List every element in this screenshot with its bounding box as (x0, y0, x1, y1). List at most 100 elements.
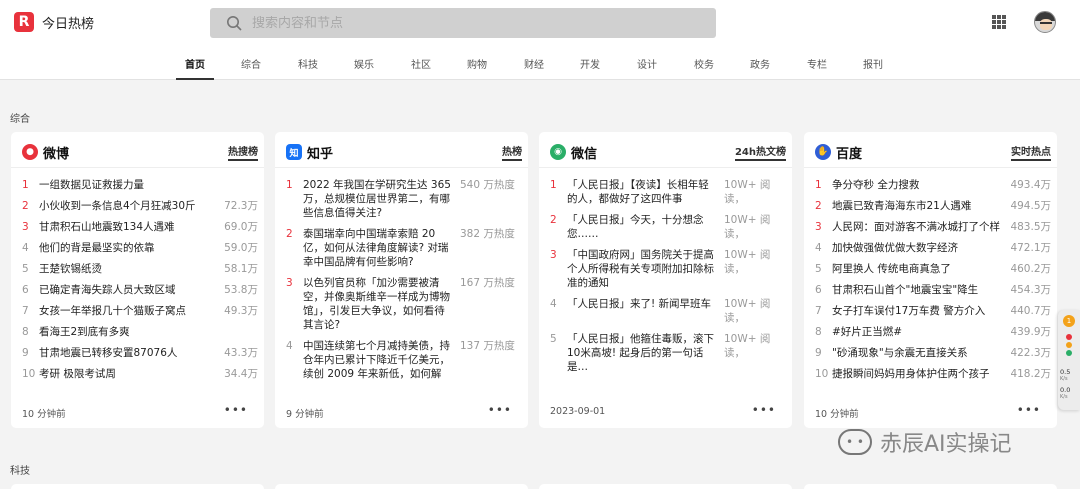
item-title[interactable]: 甘肃积石山地震致134人遇难 (39, 220, 218, 234)
rank: 1 (286, 179, 293, 191)
item-title[interactable]: 一组数据见证救援力量 (39, 178, 252, 192)
more-icon[interactable]: ••• (224, 404, 248, 420)
list-item[interactable]: 1 2022 年我国在学研究生达 365 万，总规模位居世界第二，有哪些信息值得关… (286, 178, 522, 220)
list-item[interactable]: 6 甘肃积石山首个"地震宝宝"降生 454.3万 (815, 283, 1051, 297)
list-item[interactable]: 4 中国连续第七个月减持美债，持仓年内已累计下降近千亿美元，续创 2009 年来新… (286, 339, 522, 381)
card-tag[interactable]: 热榜 (502, 143, 522, 161)
wechat-watermark-icon: • • (838, 429, 872, 455)
search-input[interactable] (252, 15, 672, 31)
update-time: 2023-09-01 (550, 406, 606, 417)
brand[interactable]: R 今日热榜 (14, 12, 94, 32)
list-item[interactable]: 5 王楚钦锡纸烫 58.1万 (22, 262, 258, 276)
item-title[interactable]: 小伙收到一条信息4个月狂减30斤 (39, 199, 218, 213)
item-title[interactable]: 阿里换人 传统电商真急了 (832, 262, 1004, 276)
item-title[interactable]: 考研 极限考试周 (39, 367, 218, 381)
item-value: 454.3万 (1010, 284, 1051, 296)
list-item[interactable]: 4 他们的背是最坚实的依靠 59.0万 (22, 241, 258, 255)
card-title[interactable]: 微博 (43, 143, 69, 162)
card-tag[interactable]: 热搜榜 (228, 143, 258, 161)
list-item[interactable]: 1 「人民日报」【夜读】长相年轻的人，都做好了这四件事 10W+ 阅读， (550, 178, 786, 206)
tab-general[interactable]: 综合 (231, 56, 271, 71)
item-title[interactable]: 甘肃积石山首个"地震宝宝"降生 (832, 283, 1004, 297)
tab-newspapers[interactable]: 报刊 (853, 56, 893, 71)
list-item[interactable]: 8 看海王2到底有多爽 (22, 325, 258, 339)
item-title[interactable]: 甘肃地震已转移安置87076人 (39, 346, 218, 360)
item-title[interactable]: 「人民日报」他箍住毒贩，滚下10米高坡! 起身后的第一句话是… (567, 332, 718, 374)
card-title[interactable]: 微信 (571, 143, 597, 162)
more-icon[interactable]: ••• (752, 404, 776, 417)
item-title[interactable]: 他们的背是最坚实的依靠 (39, 241, 218, 255)
item-title[interactable]: 「人民日报」【夜读】长相年轻的人，都做好了这四件事 (567, 178, 718, 206)
item-title[interactable]: 王楚钦锡纸烫 (39, 262, 218, 276)
item-title[interactable]: 女子打车误付17万车费 警方介入 (832, 304, 1004, 318)
item-value: 540 万热度 (460, 179, 515, 191)
item-value: 10W+ 阅读， (724, 333, 771, 359)
card-baidu: ✋ 百度 实时热点 1 争分夺秒 全力搜救 493.4万 2 地震已致青海海东市21人… (804, 132, 1057, 428)
tab-government[interactable]: 政务 (740, 56, 780, 71)
tab-design[interactable]: 设计 (627, 56, 667, 71)
rank: 3 (550, 249, 557, 261)
list-item[interactable]: 4 「人民日报」来了! 新闻早班车 10W+ 阅读， (550, 297, 786, 325)
item-title[interactable]: "砂涌现象"与余震无直接关系 (832, 346, 1004, 360)
card-tag[interactable]: 24h热文榜 (734, 143, 786, 161)
list-item[interactable]: 3 「中国政府网」国务院关于提高个人所得税有关专项附加扣除标准的通知 10W+ 阅读… (550, 248, 786, 290)
more-icon[interactable]: ••• (488, 404, 512, 420)
tab-shopping[interactable]: 购物 (457, 56, 497, 71)
item-title[interactable]: 地震已致青海海东市21人遇难 (832, 199, 1004, 213)
tab-dev[interactable]: 开发 (570, 56, 610, 71)
card-tag[interactable]: 实时热点 (1011, 143, 1051, 161)
item-title[interactable]: 人民网：面对游客不满冰城打了个样 (832, 220, 1004, 234)
list-item[interactable]: 3 以色列官员称「加沙需要被清空，并像奥斯维辛一样成为博物馆」，引发巨大争议，如何… (286, 276, 522, 332)
list-item[interactable]: 2 「人民日报」今天，十分想念您…… 10W+ 阅读， (550, 213, 786, 241)
list-item[interactable]: 1 一组数据见证救援力量 (22, 178, 258, 192)
apps-grid-icon[interactable] (992, 15, 1006, 29)
item-title[interactable]: 「人民日报」来了! 新闻早班车 (567, 297, 718, 325)
list-item[interactable]: 2 地震已致青海海东市21人遇难 494.5万 (815, 199, 1051, 213)
tab-home[interactable]: 首页 (175, 56, 215, 71)
list-item[interactable]: 6 已确定青海失踪人员大致区域 53.8万 (22, 283, 258, 297)
card-title[interactable]: 百度 (836, 143, 862, 162)
tab-columns[interactable]: 专栏 (797, 56, 837, 71)
tab-community[interactable]: 社区 (401, 56, 441, 71)
list-item[interactable]: 7 女子打车误付17万车费 警方介入 440.7万 (815, 304, 1051, 318)
rank: 2 (286, 228, 293, 240)
avatar[interactable] (1034, 11, 1056, 33)
list-item[interactable]: 8 #好片正当燃# 439.9万 (815, 325, 1051, 339)
list-item[interactable]: 2 泰国瑞幸向中国瑞幸索赔 20 亿，如何从法律角度解读? 对瑞幸中国品牌有何些影… (286, 227, 522, 269)
card-title[interactable]: 知乎 (307, 143, 333, 162)
list-item[interactable]: 5 「人民日报」他箍住毒贩，滚下10米高坡! 起身后的第一句话是… 10W+ 阅读， (550, 332, 786, 374)
item-title[interactable]: 2022 年我国在学研究生达 365 万，总规模位居世界第二，有哪些信息值得关注… (303, 178, 454, 220)
item-title[interactable]: 「中国政府网」国务院关于提高个人所得税有关专项附加扣除标准的通知 (567, 248, 718, 290)
item-title[interactable]: 加快做强做优做大数字经济 (832, 241, 1004, 255)
list-item[interactable]: 4 加快做强做优做大数字经济 472.1万 (815, 241, 1051, 255)
item-title[interactable]: #好片正当燃# (832, 325, 1004, 339)
card-placeholder (539, 484, 792, 489)
tab-campus[interactable]: 校务 (684, 56, 724, 71)
tab-tech[interactable]: 科技 (288, 56, 328, 71)
item-title[interactable]: 中国连续第七个月减持美债，持仓年内已累计下降近千亿美元，续创 2009 年来新低… (303, 339, 454, 381)
list-item[interactable]: 7 女孩一年举报几十个猫贩子窝点 49.3万 (22, 304, 258, 318)
list-item[interactable]: 9 甘肃地震已转移安置87076人 43.3万 (22, 346, 258, 360)
item-title[interactable]: 争分夺秒 全力搜救 (832, 178, 1004, 192)
list-item[interactable]: 3 甘肃积石山地震致134人遇难 69.0万 (22, 220, 258, 234)
item-title[interactable]: 已确定青海失踪人员大致区域 (39, 283, 218, 297)
list-item[interactable]: 10 考研 极限考试周 34.4万 (22, 367, 258, 381)
item-title[interactable]: 「人民日报」今天，十分想念您…… (567, 213, 718, 241)
list-item[interactable]: 9 "砂涌现象"与余震无直接关系 422.3万 (815, 346, 1051, 360)
item-title[interactable]: 以色列官员称「加沙需要被清空，并像奥斯维辛一样成为博物馆」，引发巨大争议，如何看… (303, 276, 454, 332)
search-box[interactable] (210, 8, 716, 38)
item-title[interactable]: 捷报瞬间妈妈用身体护住两个孩子 (832, 367, 1004, 381)
rank: 9 (22, 347, 29, 359)
item-title[interactable]: 泰国瑞幸向中国瑞幸索赔 20 亿，如何从法律角度解读? 对瑞幸中国品牌有何些影响… (303, 227, 454, 269)
tab-finance[interactable]: 财经 (514, 56, 554, 71)
list-item[interactable]: 10 捷报瞬间妈妈用身体护住两个孩子 418.2万 (815, 367, 1051, 381)
tab-entertainment[interactable]: 娱乐 (344, 56, 384, 71)
network-speed-widget[interactable]: 1 0.5 K/s 0.0 K/s (1058, 310, 1080, 410)
more-icon[interactable]: ••• (1017, 404, 1041, 420)
list-item[interactable]: 5 阿里换人 传统电商真急了 460.2万 (815, 262, 1051, 276)
list-item[interactable]: 2 小伙收到一条信息4个月狂减30斤 72.3万 (22, 199, 258, 213)
list-item[interactable]: 3 人民网：面对游客不满冰城打了个样 483.5万 (815, 220, 1051, 234)
list-item[interactable]: 1 争分夺秒 全力搜救 493.4万 (815, 178, 1051, 192)
item-title[interactable]: 看海王2到底有多爽 (39, 325, 252, 339)
item-title[interactable]: 女孩一年举报几十个猫贩子窝点 (39, 304, 218, 318)
